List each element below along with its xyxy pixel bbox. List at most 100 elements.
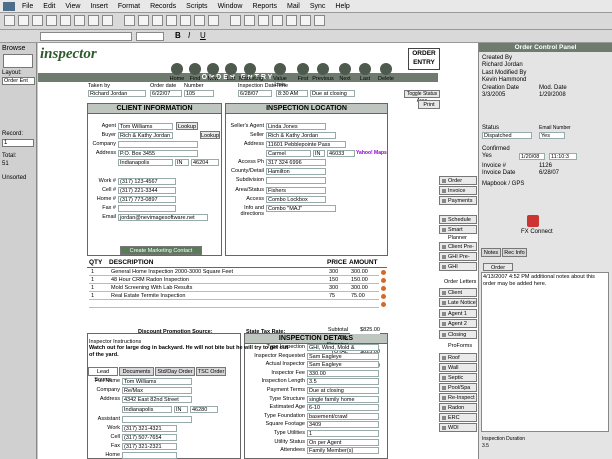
menu-insert[interactable]: Insert [85, 0, 113, 13]
lead-work-field[interactable]: (317) 321-4321 [122, 425, 177, 432]
confirmed-date[interactable]: 1/20/08 [519, 153, 545, 160]
create-marketing-contact-button[interactable]: Create Marketing Contact [120, 246, 202, 255]
service-row[interactable]: 1 Mold Screening With Lab Results 300 300.0… [89, 285, 379, 292]
erc-button[interactable]: ERC [439, 413, 477, 422]
nav-delete-button[interactable]: Delete [375, 63, 397, 82]
client-email-field[interactable]: jordan@nevimagesoftware.net [118, 214, 208, 221]
location-state-field[interactable]: IN [313, 150, 325, 157]
delete-row-icon[interactable] [381, 286, 386, 291]
detail-value[interactable]: 6-10 [307, 404, 379, 412]
ghi-preinspect-button[interactable]: GHI Pre-Inspect [439, 252, 477, 268]
inspection-date-field[interactable]: 6/28/07 [238, 90, 272, 97]
agent-lookup-button[interactable]: Lookup [176, 122, 198, 130]
detail-value[interactable]: Due at closing [307, 387, 379, 394]
book-icon[interactable] [3, 54, 33, 68]
detail-value[interactable]: 3409 [307, 421, 379, 429]
client-state-field[interactable]: IN [175, 159, 189, 166]
smart-planner-button[interactable]: Smart Planner [439, 225, 477, 241]
status-field[interactable]: Dispatched [482, 132, 532, 139]
roof-button[interactable]: Roof [439, 353, 477, 362]
menu-mail[interactable]: Mail [282, 0, 305, 13]
service-row[interactable] [89, 301, 379, 308]
order-number-field[interactable]: 105 [184, 90, 214, 97]
reinspect-button[interactable]: Re-Inspect [439, 393, 477, 402]
ghi-button[interactable]: GHI [439, 262, 477, 271]
invoice-button[interactable]: Invoice [439, 186, 477, 195]
client-zip-field[interactable]: 46204 [191, 159, 219, 166]
app-icon[interactable] [3, 1, 15, 11]
yahoo-maps-link[interactable]: Yahoo! Maps [356, 150, 387, 156]
client-company-field[interactable] [118, 141, 198, 148]
menu-sync[interactable]: Sync [305, 0, 331, 13]
fx-connect-icon[interactable] [527, 215, 539, 227]
delete-row-icon[interactable] [381, 302, 386, 307]
toolbar-icon[interactable] [18, 15, 29, 26]
taken-by-field[interactable]: Richard Jordan [88, 90, 146, 97]
toolbar-icon[interactable] [32, 15, 43, 26]
tab-std-day-order[interactable]: Std/Day Order [155, 367, 195, 376]
menu-help[interactable]: Help [330, 0, 354, 13]
client-home-field[interactable]: (317) 773-0897 [118, 196, 176, 203]
detail-value[interactable]: Family Member(s) [307, 447, 379, 455]
size-selector[interactable] [136, 32, 164, 41]
toolbar-icon[interactable] [314, 15, 325, 26]
font-selector[interactable] [40, 32, 132, 41]
toolbar-icon[interactable] [300, 15, 311, 26]
delete-row-icon[interactable] [381, 270, 386, 275]
lead-cell-field[interactable]: (317) 507-7654 [122, 434, 177, 441]
lead-zip-field[interactable]: 46280 [190, 406, 218, 413]
tab-tsc-order[interactable]: TSC Order [196, 367, 226, 376]
detail-value[interactable]: 3.5 [307, 378, 379, 386]
lead-address-field[interactable]: 4342 East 82nd Street [122, 396, 192, 403]
radon-button[interactable]: Radon [439, 403, 477, 412]
toolbar-icon[interactable] [286, 15, 297, 26]
lead-city-field[interactable]: Indianapolis [122, 406, 172, 413]
client-preinspect-button[interactable]: Client Pre-Inspect [439, 242, 477, 258]
detail-value[interactable]: 1 [307, 430, 379, 437]
client-agent-field[interactable]: Tom Williams [118, 123, 173, 130]
lead-assistant-field[interactable] [122, 416, 192, 423]
buyer-lookup-button[interactable]: Lookup [200, 131, 220, 139]
service-row[interactable]: 1 General Home Inspection 2000-3000 Squar… [89, 269, 379, 276]
client-thankyou-button[interactable]: Client Thank-you [439, 288, 477, 304]
toolbar-icon[interactable] [60, 15, 71, 26]
client-city-field[interactable]: Indianapolis [118, 159, 173, 166]
payments-button[interactable]: Payments [439, 196, 477, 205]
detail-value[interactable]: 330.00 [307, 369, 379, 377]
toolbar-icon[interactable] [244, 15, 255, 26]
toolbar-icon[interactable] [258, 15, 269, 26]
nav-marketing-button[interactable]: Marketing [239, 63, 263, 82]
client-work-field[interactable]: (317) 123-4567 [118, 178, 176, 185]
toolbar-icon[interactable] [88, 15, 99, 26]
nav-last-button[interactable]: Last [354, 63, 376, 82]
toolbar-icon[interactable] [152, 15, 163, 26]
delete-row-icon[interactable] [381, 294, 386, 299]
closing-button[interactable]: Closing [439, 330, 477, 339]
agent1-button[interactable]: Agent 1 [439, 309, 477, 318]
location-info-field[interactable]: Combo "MAJ" [266, 205, 336, 212]
order-entry-button[interactable]: Order Entry [439, 176, 477, 192]
menu-reports[interactable]: Reports [247, 0, 282, 13]
menu-file[interactable]: File [17, 0, 38, 13]
menu-format[interactable]: Format [113, 0, 145, 13]
detail-value[interactable]: single family home [307, 395, 379, 403]
detail-value[interactable]: On per Agent [307, 438, 379, 446]
toolbar-icon[interactable] [230, 15, 241, 26]
client-address-field[interactable]: P.O. Box 3455 [118, 150, 198, 157]
print-button[interactable]: Print [418, 100, 440, 109]
client-buyer-field[interactable]: Rich & Kathy Jordan [118, 132, 173, 139]
record-input[interactable]: 1 [2, 139, 34, 147]
location-access2-field[interactable]: Combo Lockbox [266, 196, 326, 203]
order-date-field[interactable]: 6/22/07 [150, 90, 182, 97]
location-subdiv-field[interactable] [266, 177, 326, 184]
nav-previous-button[interactable]: Previous [312, 63, 334, 82]
client-fax-field[interactable] [118, 205, 176, 212]
toolbar-icon[interactable] [124, 15, 135, 26]
lead-home-field[interactable] [122, 452, 177, 459]
delete-row-icon[interactable] [381, 278, 386, 283]
tab-documents[interactable]: Documents [119, 367, 154, 376]
location-county-field[interactable]: Hamilton [266, 168, 326, 175]
toolbar-icon[interactable] [102, 15, 113, 26]
menu-edit[interactable]: Edit [38, 0, 60, 13]
toolbar-icon[interactable] [166, 15, 177, 26]
